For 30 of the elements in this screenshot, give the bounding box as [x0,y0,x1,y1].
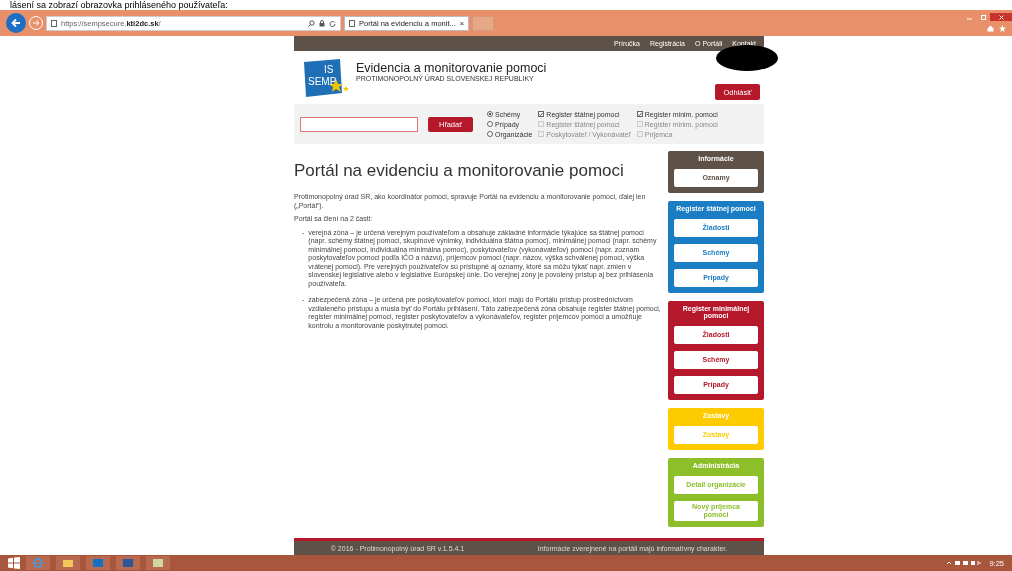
checkmark-icon [637,111,642,117]
folder-icon[interactable] [63,558,73,568]
checkmark-icon [539,111,544,117]
lock-icon [319,20,325,27]
radio-button[interactable] [487,131,493,137]
star-icon[interactable] [999,25,1006,32]
checkbox[interactable] [538,111,545,117]
search-field[interactable] [300,116,418,132]
search-icon [308,20,315,27]
close-button[interactable] [990,13,1012,21]
tray-icons-drawing [947,560,984,566]
radio-button[interactable] [487,121,493,127]
application-icon[interactable] [153,558,163,568]
redaction-mark [716,45,778,71]
page-icon [349,20,355,27]
windows-logo-icon[interactable] [8,557,20,569]
back-arrow-icon [10,17,22,29]
radio-button[interactable] [487,111,493,117]
refresh-icon [329,20,336,27]
site-title: Evidencia a monitorovanie pomoci [356,62,547,75]
home-icon[interactable] [987,25,994,32]
forward-arrow-icon [32,19,40,27]
checkbox[interactable] [636,111,643,117]
page-heading: Portál na evidenciu a monitorovanie pomoci [294,161,625,181]
forward-button[interactable] [29,16,43,30]
restore-icon [980,14,986,20]
browser-icon[interactable] [33,558,43,568]
back-button[interactable] [6,13,26,33]
close-icon [998,14,1004,20]
page-icon [51,20,57,27]
